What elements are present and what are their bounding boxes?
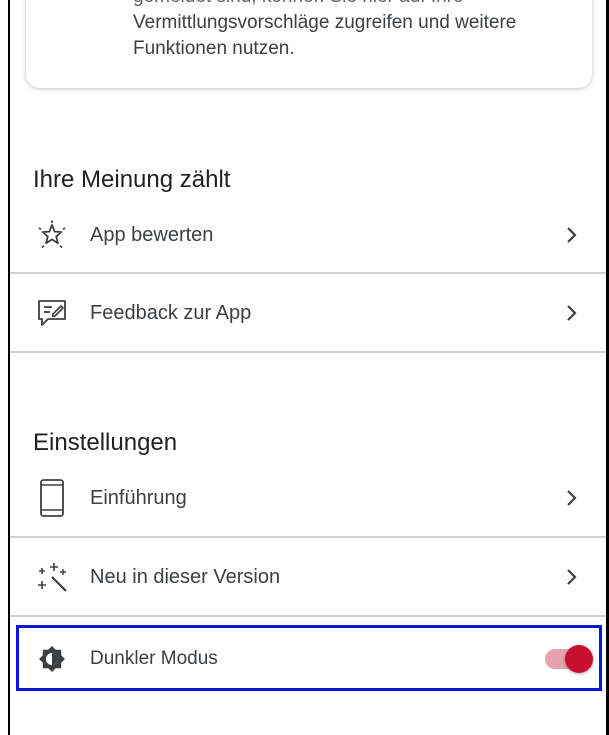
row-feedback-zur-app[interactable]: Feedback zur App bbox=[10, 274, 606, 352]
info-text-line-2: Vermittlungsvorschläge zugreifen und wei… bbox=[133, 12, 517, 33]
row-label-app-bewerten: App bewerten bbox=[90, 223, 214, 246]
info-card: gemeldet sind, können Sie hier auf Ihre … bbox=[26, 0, 592, 88]
chevron-right-icon bbox=[566, 196, 578, 274]
row-app-bewerten[interactable]: App bewerten bbox=[10, 196, 606, 274]
info-text-line-3: Funktionen nutzen. bbox=[133, 38, 295, 59]
chevron-right-icon bbox=[566, 538, 578, 616]
row-label-einfuehrung: Einführung bbox=[90, 486, 187, 509]
magic-wand-icon bbox=[34, 538, 70, 616]
highlight-box bbox=[16, 625, 602, 691]
row-label-neu-in-dieser-version: Neu in dieser Version bbox=[90, 565, 281, 588]
chevron-right-icon bbox=[566, 274, 578, 352]
row-einfuehrung[interactable]: Einführung bbox=[10, 459, 606, 537]
divider bbox=[10, 351, 606, 353]
frame-border-left bbox=[8, 0, 10, 735]
row-neu-in-dieser-version[interactable]: Neu in dieser Version bbox=[10, 538, 606, 616]
sparkle-star-icon bbox=[34, 196, 70, 274]
feedback-message-icon bbox=[34, 274, 70, 352]
info-card-text: gemeldet sind, können Sie hier auf Ihre … bbox=[133, 0, 603, 62]
row-label-feedback-zur-app: Feedback zur App bbox=[90, 301, 252, 324]
divider bbox=[10, 615, 606, 617]
smartphone-icon bbox=[34, 459, 70, 537]
section-title-settings: Einstellungen bbox=[33, 429, 178, 456]
info-text-line-1: gemeldet sind, können Sie hier auf Ihre bbox=[133, 0, 603, 10]
section-title-feedback: Ihre Meinung zählt bbox=[33, 166, 231, 193]
chevron-right-icon bbox=[566, 459, 578, 537]
